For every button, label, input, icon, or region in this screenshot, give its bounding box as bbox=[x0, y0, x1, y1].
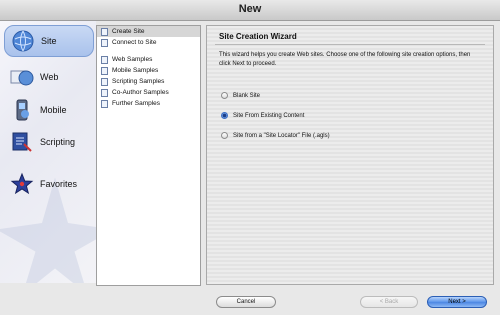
site-globe-icon bbox=[11, 29, 35, 53]
list-item-label: Co-Author Samples bbox=[112, 89, 169, 96]
favorites-star-icon bbox=[10, 172, 34, 196]
list-item-further-samples[interactable]: Further Samples bbox=[97, 98, 200, 109]
list-item-web-samples[interactable]: Web Samples bbox=[97, 54, 200, 65]
category-mobile[interactable]: Mobile bbox=[4, 95, 92, 125]
list-item-co-author-samples[interactable]: Co-Author Samples bbox=[97, 87, 200, 98]
radio-button-selected[interactable] bbox=[221, 112, 228, 119]
category-label: Scripting bbox=[40, 137, 76, 147]
category-label: Favorites bbox=[40, 179, 78, 189]
option-site-from-existing-content[interactable]: Site From Existing Content bbox=[221, 112, 304, 119]
list-item-label: Create Site bbox=[112, 28, 145, 35]
wizard-panel: Site Creation Wizard This wizard helps y… bbox=[206, 25, 494, 285]
radio-button[interactable] bbox=[221, 92, 228, 99]
option-label: Blank Site bbox=[233, 92, 261, 99]
document-icon bbox=[101, 66, 108, 75]
category-scripting[interactable]: Scripting bbox=[4, 127, 92, 157]
option-label: Site from a "Site Locator" File (.agls) bbox=[233, 132, 330, 139]
option-blank-site[interactable]: Blank Site bbox=[221, 92, 260, 99]
next-button[interactable]: Next > bbox=[427, 296, 487, 308]
web-globe-icon bbox=[10, 65, 34, 89]
list-item-connect-to-site[interactable]: Connect to Site bbox=[97, 37, 200, 48]
category-pane: Site Web Mobile Scripting Favorites bbox=[0, 21, 96, 283]
list-item-label: Scripting Samples bbox=[112, 78, 165, 85]
scripting-document-icon bbox=[10, 130, 34, 154]
mobile-phone-icon bbox=[10, 98, 34, 122]
list-item-scripting-samples[interactable]: Scripting Samples bbox=[97, 76, 200, 87]
category-web[interactable]: Web bbox=[4, 62, 92, 92]
list-item-mobile-samples[interactable]: Mobile Samples bbox=[97, 65, 200, 76]
document-icon bbox=[101, 88, 108, 97]
wizard-description: This wizard helps you create Web sites. … bbox=[219, 52, 471, 67]
document-icon bbox=[101, 38, 108, 47]
document-icon bbox=[101, 27, 108, 36]
wizard-heading: Site Creation Wizard bbox=[219, 32, 297, 41]
list-item-label: Further Samples bbox=[112, 100, 161, 107]
template-list: Create Site Connect to Site Web Samples … bbox=[96, 25, 201, 286]
category-site[interactable]: Site bbox=[4, 25, 94, 57]
title-bar: New bbox=[0, 0, 500, 21]
list-item-label: Connect to Site bbox=[112, 39, 157, 46]
wizard-divider bbox=[215, 44, 485, 45]
list-item-label: Mobile Samples bbox=[112, 67, 159, 74]
category-favorites[interactable]: Favorites bbox=[4, 169, 92, 199]
option-site-locator-file[interactable]: Site from a "Site Locator" File (.agls) bbox=[221, 132, 330, 139]
list-item-create-site[interactable]: Create Site bbox=[97, 26, 200, 37]
document-icon bbox=[101, 99, 108, 108]
radio-button[interactable] bbox=[221, 132, 228, 139]
category-label: Site bbox=[41, 36, 57, 46]
window-title: New bbox=[238, 3, 262, 15]
list-item-label: Web Samples bbox=[112, 56, 153, 63]
category-label: Mobile bbox=[40, 105, 67, 115]
option-label: Site From Existing Content bbox=[233, 112, 305, 119]
back-button[interactable]: < Back bbox=[360, 296, 418, 308]
cancel-button[interactable]: Cancel bbox=[216, 296, 276, 308]
document-icon bbox=[101, 77, 108, 86]
document-icon bbox=[101, 55, 108, 64]
category-label: Web bbox=[40, 72, 59, 82]
